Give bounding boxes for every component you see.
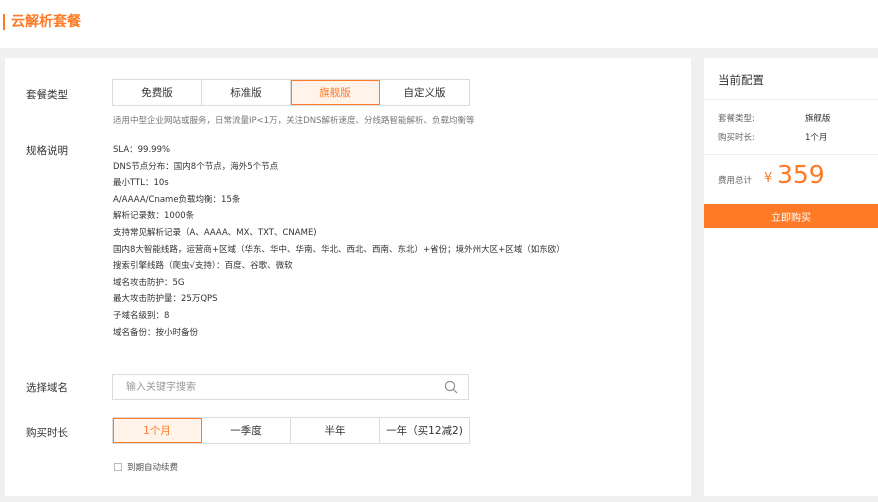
search-icon[interactable] xyxy=(444,380,458,394)
page-title: 云解析套餐 xyxy=(11,14,81,30)
title-accent-bar xyxy=(3,14,5,30)
plan-description: 适用中型企业网站或服务，日常流量IP<1万，关注DNS解析速度、分线路智能解析、… xyxy=(113,116,475,126)
spec-item: DNS节点分布：国内8个节点，海外5个节点 xyxy=(113,161,279,172)
summary-plan-type-label: 套餐类型: xyxy=(718,114,755,124)
spec-item: SLA：99.99% xyxy=(113,145,171,155)
plan-option-standard[interactable]: 标准版 xyxy=(202,80,291,105)
spec-item: 最小TTL：10s xyxy=(113,178,169,189)
summary-duration-value: 1个月 xyxy=(805,133,828,143)
duration-selector: 1个月 一季度 半年 一年（买12减2) xyxy=(112,417,470,444)
duration-option-quarter[interactable]: 一季度 xyxy=(202,418,291,443)
plan-type-label: 套餐类型 xyxy=(26,89,68,101)
config-panel: 套餐类型 免费版 标准版 旗舰版 自定义版 适用中型企业网站或服务，日常流量IP… xyxy=(5,58,691,496)
spec-item: 最大攻击防护量：25万QPS xyxy=(113,294,218,305)
domain-search-box xyxy=(112,374,469,400)
divider xyxy=(704,99,878,100)
domain-search-input[interactable] xyxy=(126,379,426,395)
total-price: 359 xyxy=(777,160,825,189)
summary-plan-type-value: 旗舰版 xyxy=(805,114,831,124)
divider xyxy=(704,154,878,155)
plan-option-free[interactable]: 免费版 xyxy=(113,80,202,105)
spec-list: SLA：99.99% DNS节点分布：国内8个节点，海外5个节点 最小TTL：1… xyxy=(113,142,565,341)
spec-item: 子域名级别：8 xyxy=(113,310,170,321)
auto-renew-checkbox[interactable] xyxy=(114,463,122,471)
spec-item: 域名攻击防护：5G xyxy=(113,277,185,288)
duration-label: 购买时长 xyxy=(26,427,68,439)
duration-option-half-year[interactable]: 半年 xyxy=(291,418,380,443)
duration-option-1-year[interactable]: 一年（买12减2) xyxy=(380,418,469,443)
summary-duration-label: 购买时长: xyxy=(718,133,755,143)
auto-renew-option[interactable]: 到期自动续费 xyxy=(114,461,178,473)
summary-title: 当前配置 xyxy=(718,73,764,87)
spec-label: 规格说明 xyxy=(26,145,68,157)
spec-item: 国内8大智能线路，运营商+区域（华东、华中、华南、华北、西北、西南、东北）+省份… xyxy=(113,244,565,255)
spec-item: 支持常见解析记录（A、AAAA、MX、TXT、CNAME) xyxy=(113,227,317,238)
order-summary-panel: 当前配置 套餐类型: 旗舰版 购买时长: 1个月 费用总计 ¥ 359 立即购买 xyxy=(704,58,878,496)
plan-type-selector: 免费版 标准版 旗舰版 自定义版 xyxy=(112,79,470,106)
page-header: 云解析套餐 xyxy=(0,0,878,48)
auto-renew-label: 到期自动续费 xyxy=(127,463,179,473)
plan-option-flagship[interactable]: 旗舰版 xyxy=(291,80,380,105)
buy-now-button[interactable]: 立即购买 xyxy=(704,204,878,228)
spec-item: 域名备份：按小时备份 xyxy=(113,327,199,338)
spec-item: 搜索引擎线路（爬虫√支持）：百度、谷歌、微软 xyxy=(113,261,293,272)
plan-option-custom[interactable]: 自定义版 xyxy=(380,80,469,105)
domain-label: 选择域名 xyxy=(26,382,68,394)
spec-item: 解析记录数：1000条 xyxy=(113,211,195,222)
duration-option-1-month[interactable]: 1个月 xyxy=(113,418,202,443)
spec-item: A/AAAA/Cname负载均衡：15条 xyxy=(113,194,241,205)
total-fee-label: 费用总计 xyxy=(718,176,753,186)
currency-symbol: ¥ xyxy=(764,171,773,186)
